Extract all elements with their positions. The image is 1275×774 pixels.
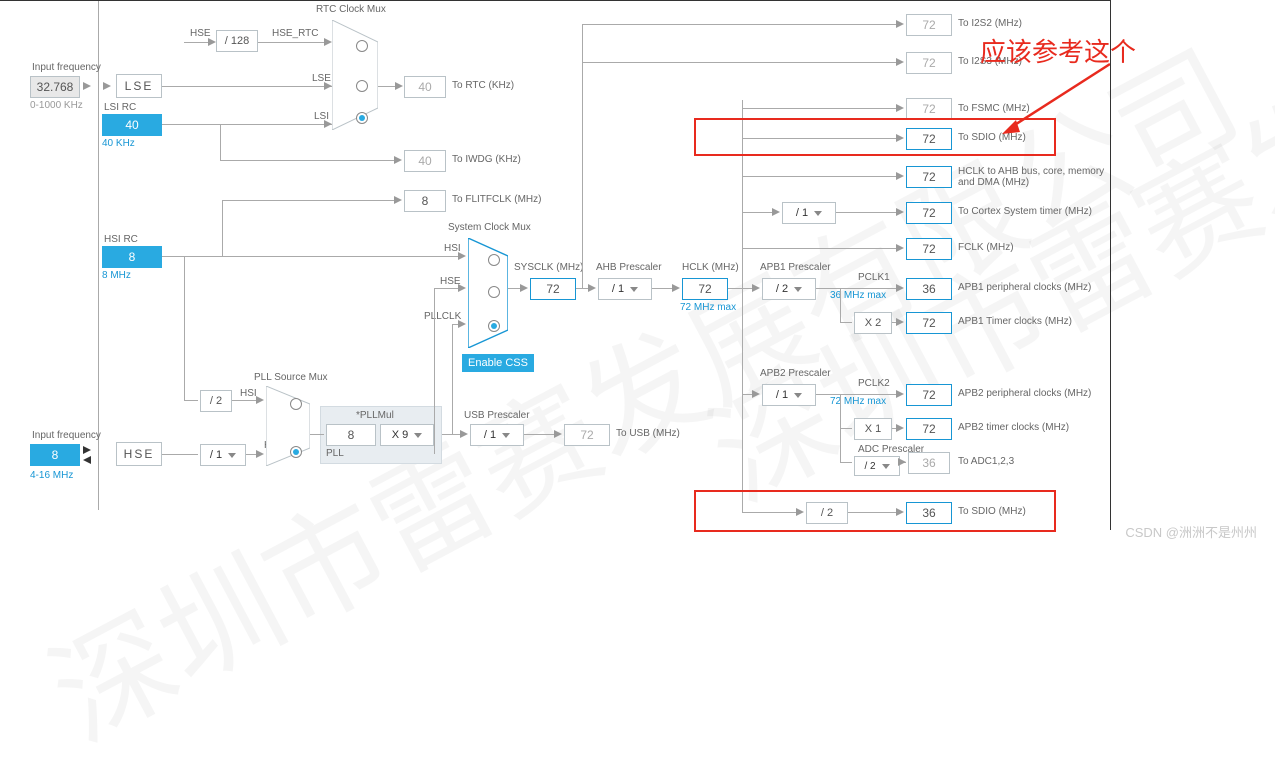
frame-right: [1110, 0, 1111, 530]
fsmc-value: 72: [906, 98, 952, 120]
input-freq-bottom-range: 4-16 MHz: [30, 470, 73, 481]
arrow-icon: [83, 456, 91, 464]
sysmux-hse-radio[interactable]: [488, 286, 500, 298]
sysclk-label: SYSCLK (MHz): [514, 262, 583, 273]
hsi-title: HSI RC: [104, 234, 138, 245]
input-freq-bottom-value[interactable]: 8: [30, 444, 80, 466]
apb1-tim-mul: X 2: [854, 312, 892, 334]
input-freq-top-value[interactable]: 32.768: [30, 76, 80, 98]
lsi-title: LSI RC: [104, 102, 136, 113]
pll-hsi-div2: / 2: [200, 390, 232, 412]
hsi-value: 8: [102, 246, 162, 268]
pll-mul[interactable]: X 9: [380, 424, 434, 446]
pll-src-title: PLL Source Mux: [254, 372, 328, 383]
iwdg-label: To IWDG (KHz): [452, 154, 521, 165]
pll-src-hse-radio[interactable]: [290, 446, 302, 458]
sys-mux-title: System Clock Mux: [448, 222, 531, 233]
apb1-title: APB1 Prescaler: [760, 262, 831, 273]
ahb-div[interactable]: / 1: [598, 278, 652, 300]
apb1-tim-value: 72: [906, 312, 952, 334]
sysmux-pll-radio[interactable]: [488, 320, 500, 332]
rtc-mux-lse-radio[interactable]: [356, 80, 368, 92]
flitf-label: To FLITFCLK (MHz): [452, 194, 541, 205]
lse-source[interactable]: LSE: [116, 74, 162, 98]
apb1-periph-value: 36: [906, 278, 952, 300]
sysmux-hsi-radio[interactable]: [488, 254, 500, 266]
apb1-note: 36 MHz max: [830, 290, 886, 301]
lsi-freq: 40 KHz: [102, 138, 135, 149]
adc-label: To ADC1,2,3: [958, 456, 1014, 467]
pclk1-label: PCLK1: [858, 272, 890, 283]
apb2-note: 72 MHz max: [830, 396, 886, 407]
arrow-icon: [83, 446, 91, 454]
fclk-value: 72: [906, 238, 952, 260]
usb-title: USB Prescaler: [464, 410, 530, 421]
usb-label: To USB (MHz): [616, 428, 680, 439]
adc-div[interactable]: / 2: [854, 456, 900, 476]
usb-div[interactable]: / 1: [470, 424, 524, 446]
csdn-watermark: CSDN @洲洲不是州州: [1125, 522, 1257, 541]
pll-hse-div[interactable]: / 1: [200, 444, 246, 466]
i2s2-value: 72: [906, 14, 952, 36]
annotation-arrow: [1000, 58, 1120, 138]
rtc-mux-hse-radio[interactable]: [356, 40, 368, 52]
apb1-div[interactable]: / 2: [762, 278, 816, 300]
hsi-freq: 8 MHz: [102, 270, 131, 281]
hse-rtc-label: HSE_RTC: [272, 28, 319, 39]
hclk-ahb-label: HCLK to AHB bus, core, memory and DMA (M…: [958, 166, 1108, 188]
apb2-tim-value: 72: [906, 418, 952, 440]
i2s2-label: To I2S2 (MHz): [958, 18, 1022, 29]
pll-panel-label: PLL: [326, 448, 344, 459]
arrow-icon: [83, 82, 91, 90]
flitf-value: 8: [404, 190, 446, 212]
apb2-div[interactable]: / 1: [762, 384, 816, 406]
apb2-periph-value: 72: [906, 384, 952, 406]
input-freq-top-range: 0-1000 KHz: [30, 100, 83, 111]
hse-rtc-div: / 128: [216, 30, 258, 52]
hclk-note: 72 MHz max: [680, 302, 736, 313]
sysclk-value[interactable]: 72: [530, 278, 576, 300]
cortex-value: 72: [906, 202, 952, 224]
clock-tree-diagram: 深圳市雷赛发展有限公司 深圳市雷赛发展有限公司 Input frequency …: [0, 0, 1275, 549]
rtc-out-value: 40: [404, 76, 446, 98]
rtc-mux-lsi-radio[interactable]: [356, 112, 368, 124]
usb-value: 72: [564, 424, 610, 446]
pllmul-label: *PLLMul: [356, 410, 394, 421]
frame-top: [0, 0, 1110, 1]
highlight-sdio-bottom: [694, 490, 1056, 532]
input-freq-bottom-title: Input frequency: [32, 430, 101, 441]
input-freq-top-title: Input frequency: [32, 62, 101, 73]
arrow-icon: [103, 82, 111, 90]
adc-value: 36: [908, 452, 950, 474]
cortex-label: To Cortex System timer (MHz): [958, 206, 1092, 217]
apb1-tim-label: APB1 Timer clocks (MHz): [958, 316, 1072, 327]
ahb-title: AHB Prescaler: [596, 262, 662, 273]
i2s3-value: 72: [906, 52, 952, 74]
pll-source-mux[interactable]: [266, 386, 310, 466]
rtc-mux[interactable]: [332, 20, 378, 130]
hse-source[interactable]: HSE: [116, 442, 162, 466]
apb2-tim-mul: X 1: [854, 418, 892, 440]
apb1-periph-label: APB1 peripheral clocks (MHz): [958, 282, 1091, 293]
rtc-out-label: To RTC (KHz): [452, 80, 514, 91]
hclk-ahb-value: 72: [906, 166, 952, 188]
rtc-mux-title: RTC Clock Mux: [316, 4, 386, 15]
enable-css-button[interactable]: Enable CSS: [462, 354, 534, 372]
pclk2-label: PCLK2: [858, 378, 890, 389]
cortex-div[interactable]: / 1: [782, 202, 836, 224]
apb2-title: APB2 Prescaler: [760, 368, 831, 379]
apb2-periph-label: APB2 peripheral clocks (MHz): [958, 388, 1091, 399]
hclk-label: HCLK (MHz): [682, 262, 739, 273]
iwdg-value: 40: [404, 150, 446, 172]
lsi-value: 40: [102, 114, 162, 136]
fclk-label: FCLK (MHz): [958, 242, 1014, 253]
apb2-tim-label: APB2 timer clocks (MHz): [958, 422, 1069, 433]
pll-n[interactable]: 8: [326, 424, 376, 446]
hclk-value[interactable]: 72: [682, 278, 728, 300]
pll-src-hsi-radio[interactable]: [290, 398, 302, 410]
